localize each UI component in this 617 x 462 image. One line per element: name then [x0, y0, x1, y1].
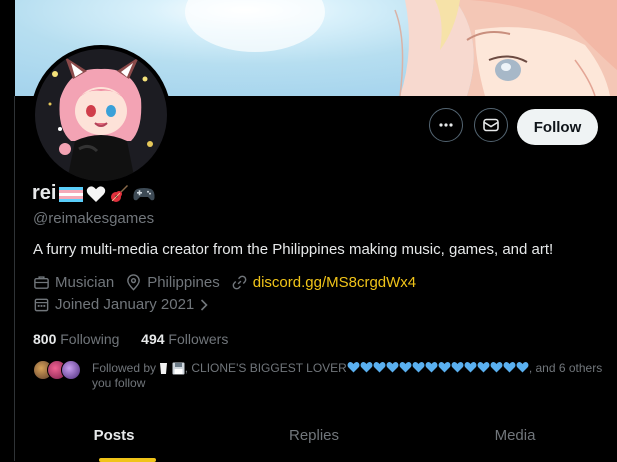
joined-date[interactable]: Joined January 2021: [33, 296, 209, 313]
transgender-flag-icon: [59, 186, 84, 202]
profile-tabs: Posts Replies Media: [15, 418, 617, 462]
profession: Musician: [33, 274, 114, 291]
blue-heart-icon: [399, 362, 412, 373]
tab-posts[interactable]: Posts: [94, 427, 135, 444]
briefcase-icon: [34, 276, 49, 289]
display-name: rei: [32, 182, 57, 204]
blue-heart-icon: [425, 362, 438, 373]
display-name-row: rei: [32, 182, 156, 205]
blue-heart-icon: [516, 362, 529, 373]
blue-heart-icon: [360, 362, 373, 373]
website[interactable]: discord.gg/MS8crgdWx4: [231, 274, 416, 291]
user-handle: @reimakesgames: [33, 210, 155, 227]
location-label: Philippines: [147, 274, 220, 291]
more-button[interactable]: [429, 108, 463, 142]
floppy-disk-icon: [172, 362, 185, 375]
profile-meta-row: Musician Philippines discord.gg/MS8crgdW…: [33, 274, 427, 291]
blue-heart-icon: [347, 362, 360, 373]
left-edge: [0, 0, 15, 461]
avatar-art: [35, 49, 167, 181]
following-label: Following: [60, 331, 120, 347]
followed-by-prefix: Followed by: [92, 361, 157, 375]
tab-replies[interactable]: Replies: [289, 427, 339, 444]
chevron-right-icon: [201, 298, 208, 311]
active-tab-indicator: [99, 458, 156, 462]
followers-stat[interactable]: 494 Followers: [141, 331, 228, 347]
profession-label: Musician: [55, 274, 115, 291]
blue-heart-icon: [373, 362, 386, 373]
calendar-icon: [34, 298, 49, 312]
followed-by-avatars[interactable]: [33, 360, 81, 380]
blue-heart-icon: [464, 362, 477, 373]
blue-hearts: [347, 361, 529, 375]
blue-heart-icon: [503, 362, 516, 373]
followed-by-text[interactable]: Followed by , CLIONE'S BIGGEST LOVER, an…: [92, 361, 607, 391]
white-heart-icon: [87, 185, 106, 202]
profile-avatar[interactable]: [31, 45, 171, 185]
message-button[interactable]: [474, 108, 508, 142]
profile-bio: A furry multi-media creator from the Phi…: [33, 241, 554, 258]
blue-heart-icon: [438, 362, 451, 373]
game-controller-icon: [133, 187, 156, 200]
guitar-icon: [111, 184, 129, 202]
follower-avatar: [61, 360, 81, 380]
location-pin-icon: [127, 274, 141, 291]
blue-heart-icon: [451, 362, 464, 373]
joined-row: Joined January 2021: [33, 296, 220, 313]
link-icon: [232, 275, 247, 290]
follow-counts: 800 Following 494 Followers: [33, 331, 228, 347]
more-icon: [439, 123, 453, 127]
joined-label: Joined January 2021: [55, 296, 195, 313]
blue-heart-icon: [477, 362, 490, 373]
tab-media[interactable]: Media: [495, 427, 536, 444]
followers-count: 494: [141, 331, 165, 347]
blue-heart-icon: [386, 362, 399, 373]
follow-button[interactable]: Follow: [517, 109, 598, 145]
follower-name: , CLIONE'S BIGGEST LOVER: [184, 361, 347, 375]
mail-icon: [483, 118, 499, 132]
location: Philippines: [125, 274, 220, 291]
website-link[interactable]: discord.gg/MS8crgdWx4: [253, 274, 416, 291]
following-stat[interactable]: 800 Following: [33, 331, 119, 347]
blue-heart-icon: [490, 362, 503, 373]
blue-heart-icon: [412, 362, 425, 373]
following-count: 800: [33, 331, 57, 347]
followers-label: Followers: [168, 331, 229, 347]
column-border: [14, 96, 15, 461]
milk-glass-icon: [160, 363, 168, 375]
